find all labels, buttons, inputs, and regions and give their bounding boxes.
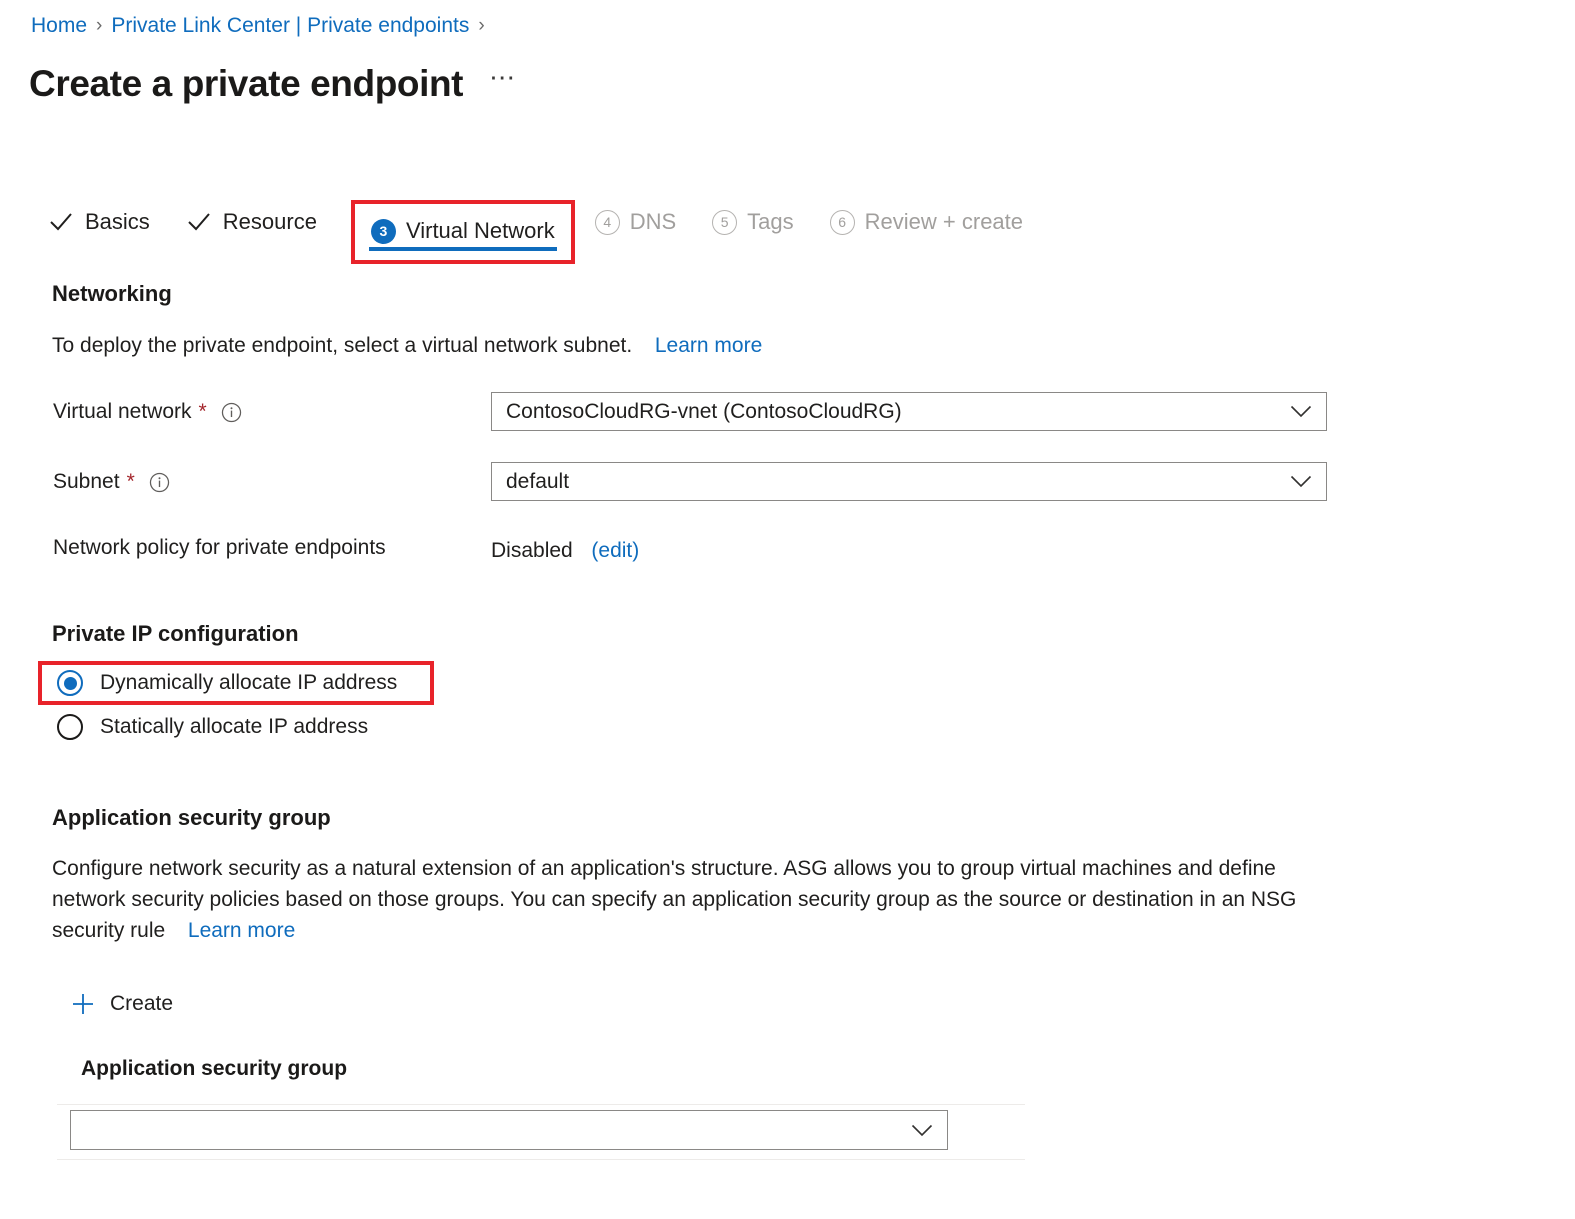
tab-basics-label: Basics: [85, 209, 150, 234]
application-security-group-heading: Application security group: [52, 805, 331, 830]
radio-statically-allocate[interactable]: Statically allocate IP address: [57, 714, 368, 740]
breadcrumb-separator-icon: ›: [96, 15, 103, 36]
virtual-network-dropdown[interactable]: ContosoCloudRG-vnet (ContosoCloudRG): [491, 392, 1327, 431]
tab-review-create[interactable]: 6 Review + create: [828, 200, 1025, 244]
breadcrumb-item-home[interactable]: Home: [31, 13, 87, 39]
info-icon[interactable]: [149, 472, 170, 493]
required-marker: *: [198, 400, 207, 423]
tab-review-create-label: Review + create: [864, 209, 1024, 234]
more-actions-icon[interactable]: ⋯: [489, 64, 517, 101]
network-policy-edit-link[interactable]: (edit): [591, 539, 639, 562]
tab-virtual-network[interactable]: 3 Virtual Network: [369, 215, 557, 247]
wizard-tabs: Basics Resource 3 Virtual Network 4 DNS …: [46, 200, 1057, 264]
tab-active-underline: [368, 247, 557, 251]
tab-dns[interactable]: 4 DNS: [593, 200, 678, 244]
networking-description: To deploy the private endpoint, select a…: [52, 334, 633, 357]
network-policy-label: Network policy for private endpoints: [53, 536, 386, 559]
tab-resource[interactable]: Resource: [184, 200, 319, 244]
chevron-down-icon: [1290, 475, 1312, 488]
tab-step-number-3: 3: [370, 218, 396, 244]
asg-learn-more-link[interactable]: Learn more: [188, 919, 295, 942]
subnet-dropdown[interactable]: default: [491, 462, 1327, 501]
asg-dropdown[interactable]: [70, 1110, 948, 1150]
tab-virtual-network-label: Virtual Network: [405, 218, 555, 243]
info-icon[interactable]: [221, 402, 242, 423]
create-asg-button[interactable]: Create: [70, 991, 173, 1017]
chevron-down-icon: [1290, 405, 1312, 418]
asg-divider-bottom: [57, 1159, 1025, 1160]
network-policy-label-row: Network policy for private endpoints: [53, 536, 386, 560]
radio-unselected-icon: [57, 714, 83, 740]
check-icon: [188, 213, 210, 231]
subnet-label-row: Subnet *: [53, 470, 170, 494]
subnet-label: Subnet: [53, 470, 120, 493]
page-title: Create a private endpoint: [29, 63, 464, 104]
private-ip-configuration-heading: Private IP configuration: [52, 621, 299, 646]
plus-icon: [73, 994, 93, 1014]
networking-description-row: To deploy the private endpoint, select a…: [52, 330, 762, 361]
tab-dns-label: DNS: [629, 209, 677, 234]
tab-tags[interactable]: 5 Tags: [710, 200, 795, 244]
tab-tags-label: Tags: [747, 209, 794, 234]
asg-divider-top: [57, 1104, 1025, 1105]
radio-statically-allocate-label: Statically allocate IP address: [100, 715, 369, 738]
radio-dynamically-allocate-label: Dynamically allocate IP address: [100, 671, 398, 694]
radio-selected-icon: [57, 670, 83, 696]
radio-dynamically-allocate[interactable]: Dynamically allocate IP address: [57, 670, 397, 696]
tab-basics[interactable]: Basics: [46, 200, 152, 244]
tab-step-number-5: 5: [712, 209, 738, 235]
required-marker: *: [126, 470, 135, 493]
check-icon: [50, 213, 72, 231]
breadcrumb: Home › Private Link Center | Private end…: [31, 13, 494, 39]
virtual-network-label: Virtual network: [53, 400, 192, 423]
subnet-value: default: [506, 469, 570, 493]
asg-description-row: Configure network security as a natural …: [52, 853, 1320, 946]
tab-resource-label: Resource: [222, 209, 317, 234]
virtual-network-label-row: Virtual network *: [53, 400, 242, 424]
networking-heading: Networking: [52, 281, 172, 306]
virtual-network-value: ContosoCloudRG-vnet (ContosoCloudRG): [506, 399, 902, 423]
asg-field-label: Application security group: [81, 1057, 348, 1080]
chevron-down-icon: [911, 1124, 933, 1136]
breadcrumb-separator-icon: ›: [478, 15, 485, 36]
network-policy-value: Disabled: [491, 539, 573, 562]
tab-step-number-4: 4: [594, 209, 620, 235]
radio-dot: [63, 676, 77, 690]
tab-step-number-6: 6: [829, 209, 855, 235]
network-policy-value-row: Disabled (edit): [491, 535, 639, 566]
breadcrumb-item-private-link-center[interactable]: Private Link Center | Private endpoints: [111, 13, 469, 39]
tab-virtual-network-highlight-box: 3 Virtual Network: [350, 200, 575, 264]
create-asg-label: Create: [110, 992, 174, 1015]
page-title-row: Create a private endpoint ⋯: [29, 60, 517, 108]
networking-learn-more-link[interactable]: Learn more: [655, 334, 762, 357]
